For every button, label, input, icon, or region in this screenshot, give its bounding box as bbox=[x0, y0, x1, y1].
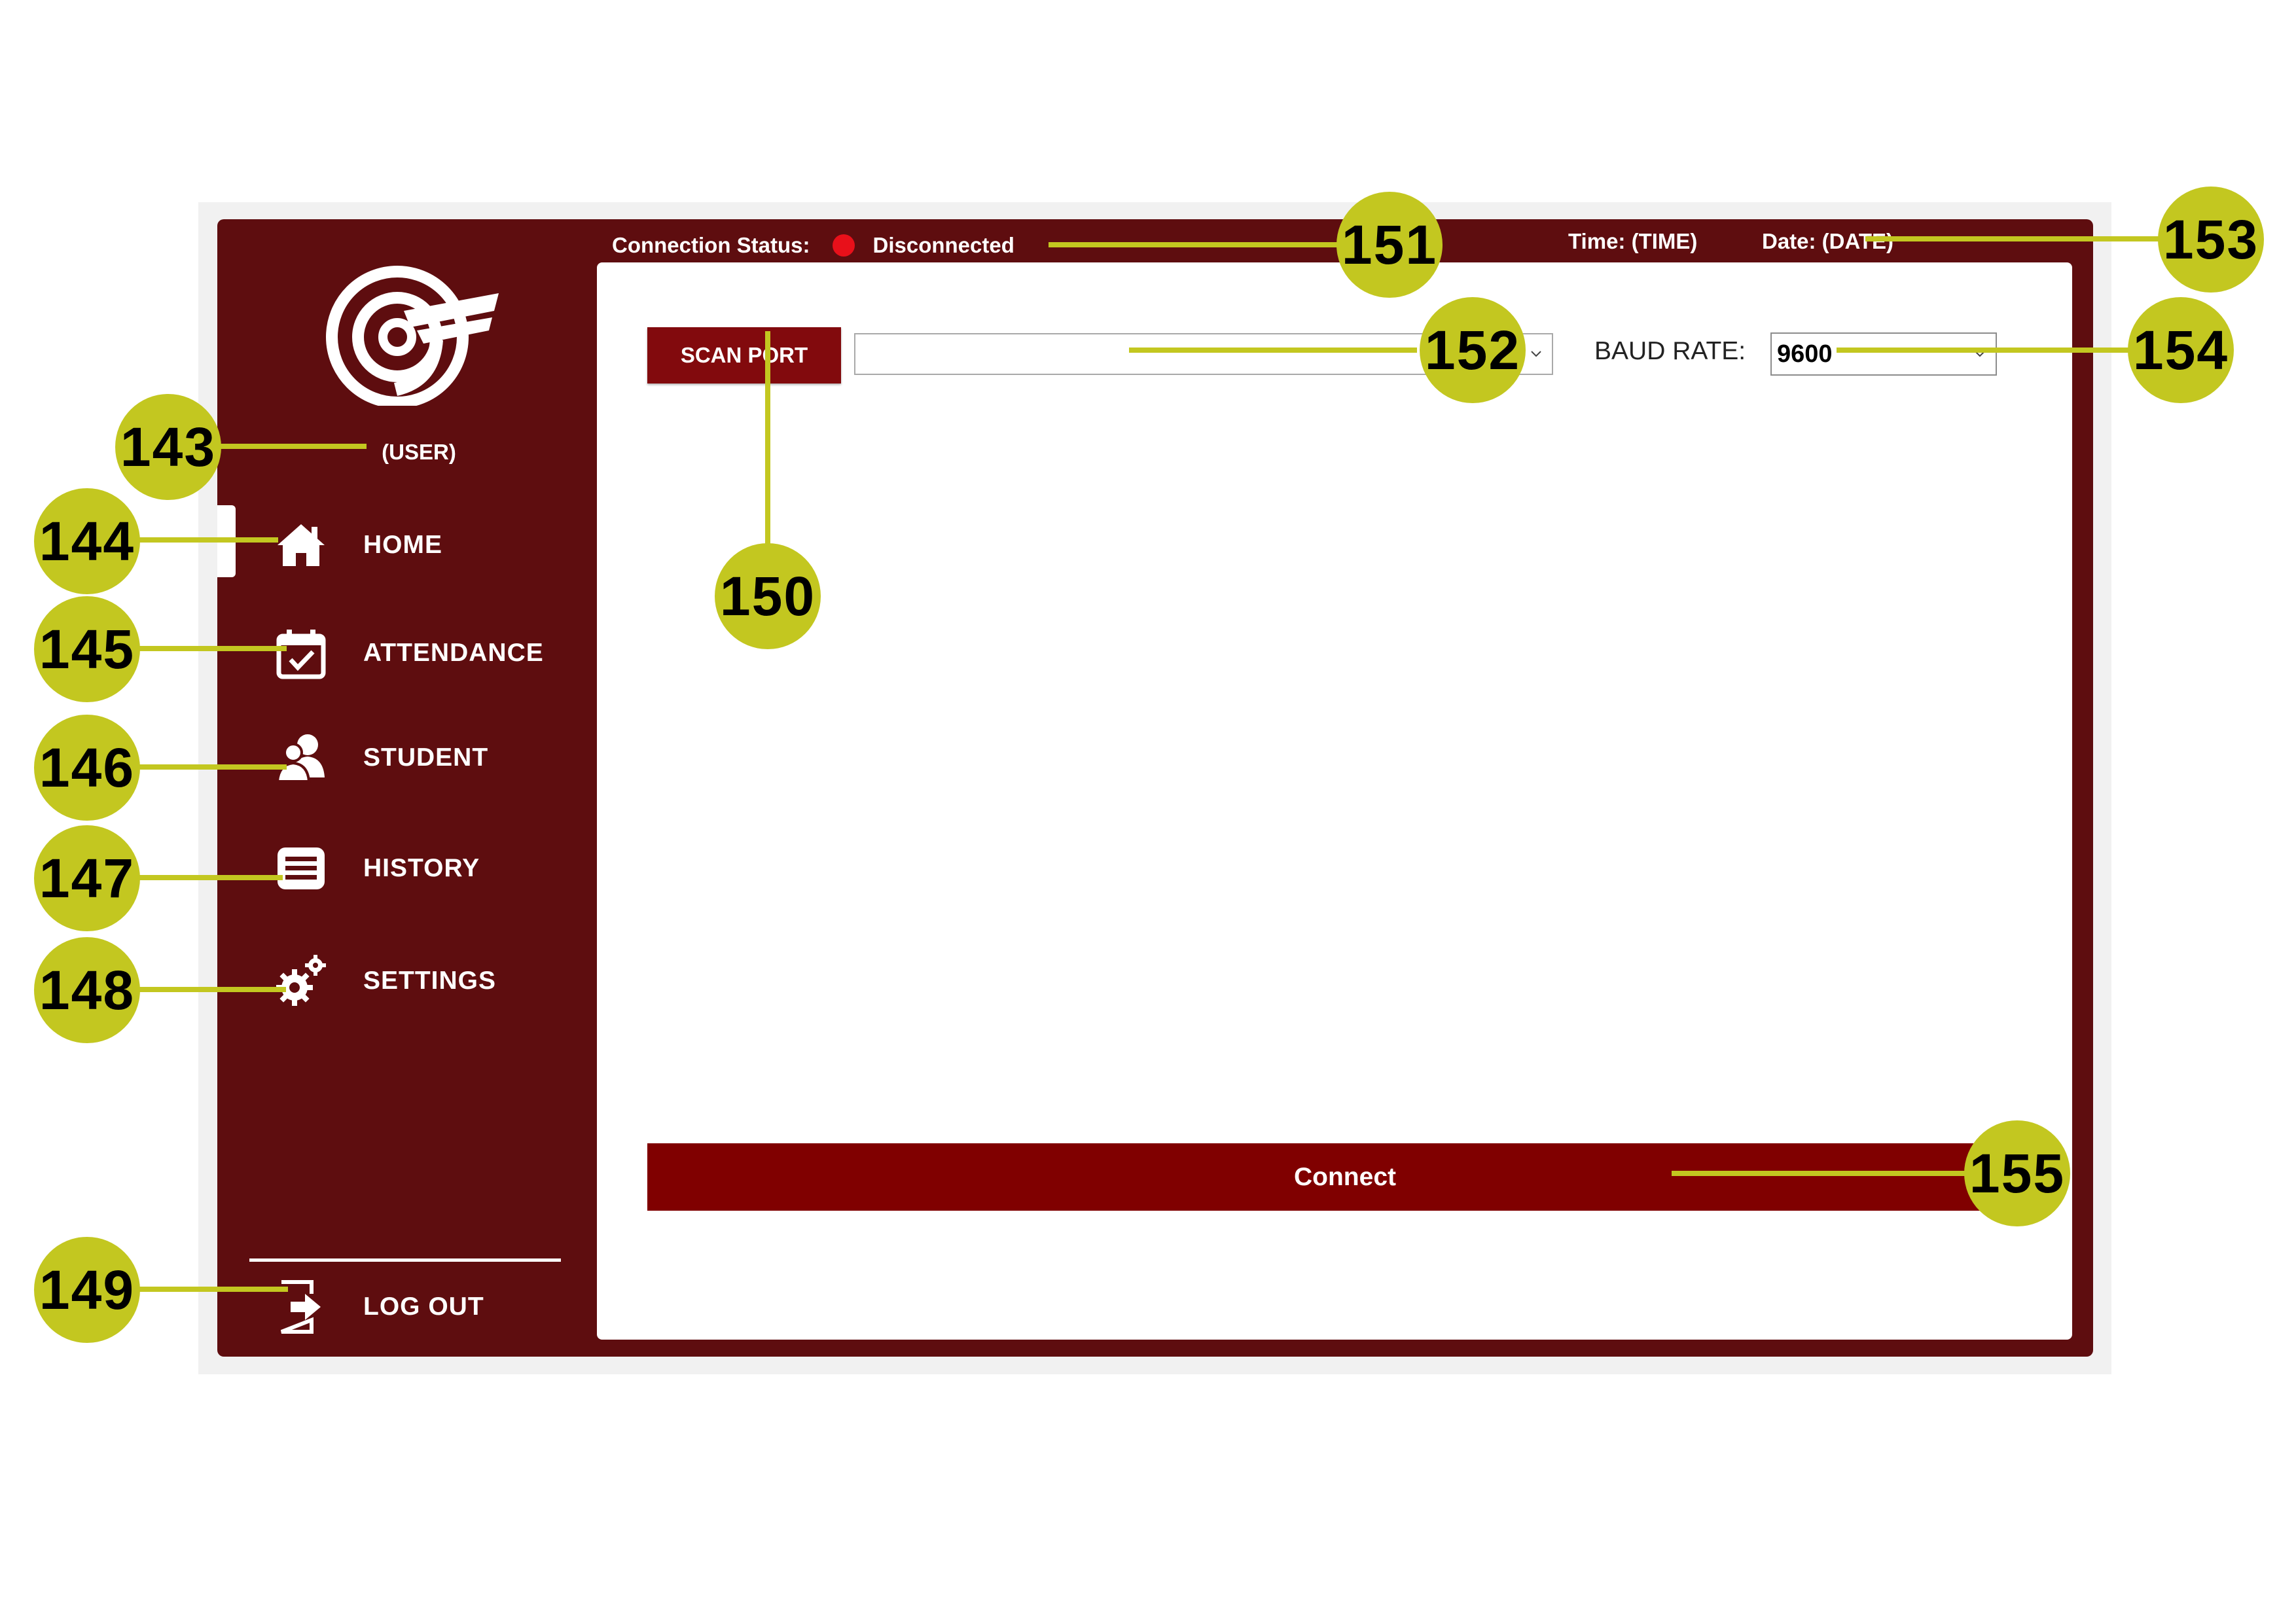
callout-line bbox=[765, 331, 770, 547]
callout-line bbox=[1049, 242, 1339, 247]
sidebar-divider bbox=[249, 1258, 561, 1262]
time-display: Time: (TIME) bbox=[1568, 229, 1698, 253]
callout-line bbox=[137, 646, 287, 651]
status-indicator-dot bbox=[832, 234, 855, 257]
connect-button[interactable]: Connect bbox=[647, 1143, 2043, 1211]
home-icon bbox=[272, 516, 331, 575]
callout-badge: 144 bbox=[34, 488, 140, 594]
baud-rate-value: 9600 bbox=[1777, 340, 1833, 368]
app-logo bbox=[326, 266, 499, 406]
sidebar-item-label: HISTORY bbox=[363, 854, 480, 882]
sidebar-item-label: ATTENDANCE bbox=[363, 639, 544, 667]
callout-badge: 150 bbox=[715, 543, 821, 649]
callout-badge: 148 bbox=[34, 937, 140, 1043]
callout-badge: 149 bbox=[34, 1237, 140, 1343]
callout-line bbox=[1837, 348, 2138, 353]
callout-badge: 152 bbox=[1420, 297, 1526, 403]
sidebar-item-home[interactable]: HOME bbox=[272, 516, 579, 575]
date-display: Date: (DATE) bbox=[1762, 229, 1894, 253]
callout-line bbox=[137, 875, 283, 880]
sidebar-item-history[interactable]: HISTORY bbox=[272, 839, 579, 898]
callout-line bbox=[137, 987, 286, 992]
logout-button[interactable]: LOG OUT bbox=[272, 1277, 579, 1336]
sidebar-item-settings[interactable]: SETTINGS bbox=[272, 952, 579, 1010]
callout-line bbox=[137, 537, 278, 543]
callout-badge: 153 bbox=[2158, 187, 2264, 293]
callout-badge: 155 bbox=[1964, 1120, 2070, 1226]
users-icon bbox=[272, 728, 331, 787]
baud-rate-select[interactable]: 9600 bbox=[1770, 332, 1997, 376]
callout-badge: 147 bbox=[34, 825, 140, 931]
gears-icon bbox=[272, 952, 331, 1010]
callout-badge: 143 bbox=[115, 394, 221, 500]
callout-badge: 145 bbox=[34, 596, 140, 702]
sidebar-item-attendance[interactable]: ATTENDANCE bbox=[272, 624, 579, 683]
sidebar-item-label: STUDENT bbox=[363, 743, 489, 772]
callout-line bbox=[1672, 1171, 1981, 1176]
baud-rate-label: BAUD RATE: bbox=[1594, 337, 1746, 365]
sidebar-item-label: HOME bbox=[363, 531, 442, 559]
list-icon bbox=[272, 839, 331, 898]
connection-status-value: Disconnected bbox=[872, 233, 1014, 257]
callout-line bbox=[137, 764, 287, 770]
scan-port-button[interactable]: SCAN PORT bbox=[647, 327, 841, 383]
chevron-down-icon bbox=[1531, 351, 1541, 357]
calendar-check-icon bbox=[272, 624, 331, 683]
callout-badge: 151 bbox=[1336, 192, 1443, 298]
callout-line bbox=[137, 1287, 288, 1292]
callout-line bbox=[1129, 348, 1417, 353]
callout-badge: 154 bbox=[2128, 297, 2234, 403]
callout-line bbox=[1865, 236, 2160, 241]
logout-label: LOG OUT bbox=[363, 1293, 484, 1321]
sidebar-item-label: SETTINGS bbox=[363, 967, 497, 995]
connection-status: Connection Status: Disconnected bbox=[612, 230, 1014, 260]
callout-badge: 146 bbox=[34, 715, 140, 821]
callout-line bbox=[219, 444, 367, 449]
connection-status-label: Connection Status: bbox=[612, 233, 810, 257]
sidebar-item-student[interactable]: STUDENT bbox=[272, 728, 579, 787]
